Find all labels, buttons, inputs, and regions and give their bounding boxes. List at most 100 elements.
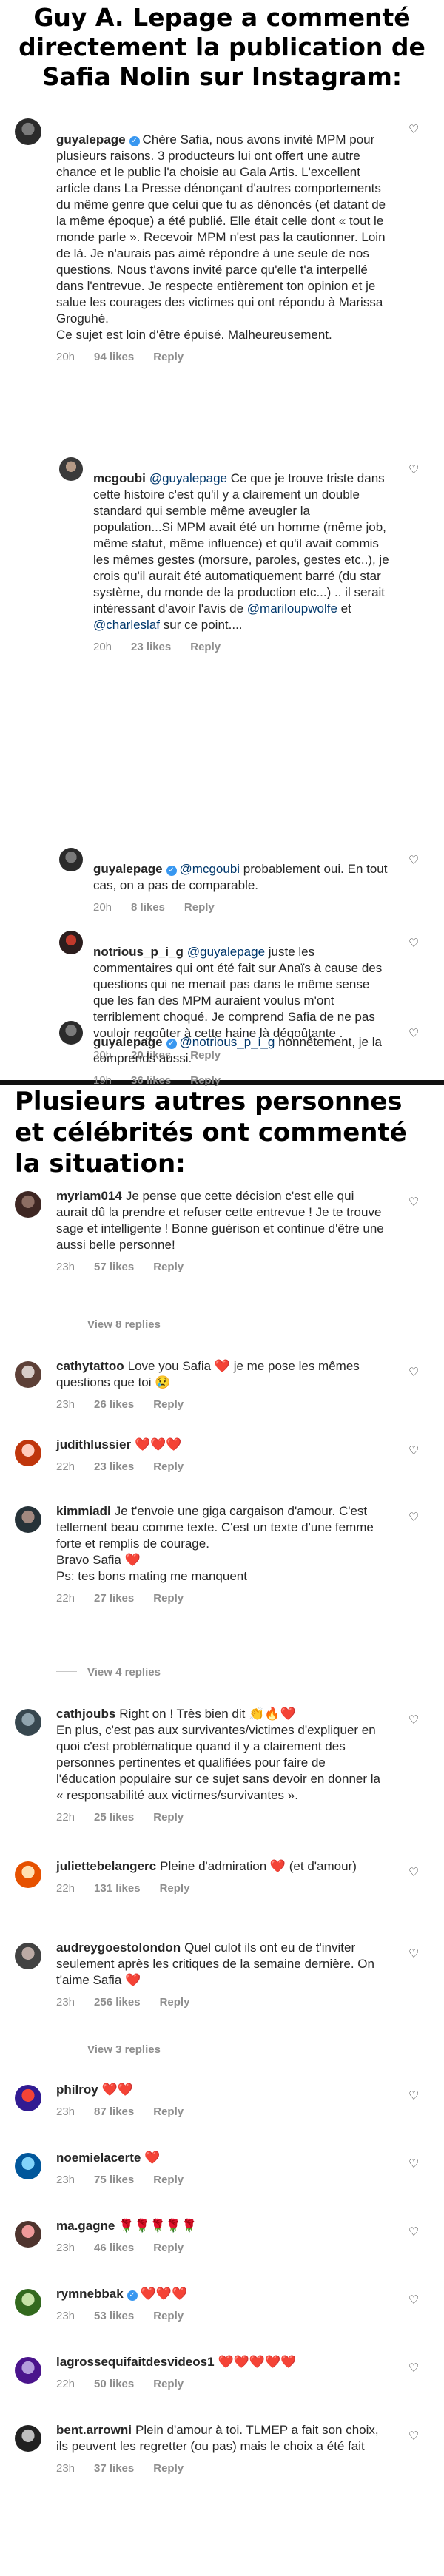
comment-username[interactable]: mcgoubi (93, 471, 146, 485)
comment-likes[interactable]: 131 likes (94, 1882, 141, 1895)
headline-guy-lepage: Guy A. Lepage a commenté directement la … (0, 0, 444, 102)
comment-username[interactable]: noemielacerte (56, 2151, 141, 2165)
reply-button[interactable]: Reply (153, 2378, 184, 2390)
comment-likes[interactable]: 26 likes (94, 1398, 134, 1411)
comment-likes[interactable]: 53 likes (94, 2310, 134, 2322)
avatar[interactable] (15, 1440, 41, 1466)
avatar[interactable] (15, 2425, 41, 2452)
mention-link[interactable]: @guyalepage (187, 945, 265, 959)
avatar[interactable] (15, 2357, 41, 2384)
like-heart-icon[interactable]: ♡ (408, 2431, 420, 2443)
comment-likes[interactable]: 27 likes (94, 1592, 134, 1605)
like-heart-icon[interactable]: ♡ (408, 1367, 420, 1379)
avatar[interactable] (15, 2289, 41, 2316)
comment-likes[interactable]: 23 likes (94, 1460, 134, 1473)
comment-likes[interactable]: 37 likes (94, 2462, 134, 2475)
comment-likes[interactable]: 8 likes (131, 901, 165, 914)
reply-button[interactable]: Reply (160, 1996, 190, 2009)
like-heart-icon[interactable]: ♡ (408, 2295, 420, 2307)
avatar[interactable] (59, 848, 83, 871)
like-heart-icon[interactable]: ♡ (408, 855, 420, 867)
comment-username[interactable]: juliettebelangerc (56, 1859, 156, 1873)
mention-link[interactable]: @guyalepage (149, 471, 227, 485)
reply-button[interactable]: Reply (153, 351, 184, 363)
comment-username[interactable]: guyalepage (93, 1035, 163, 1049)
comment-likes[interactable]: 87 likes (94, 2105, 134, 2118)
like-heart-icon[interactable]: ♡ (408, 124, 420, 136)
comment-username[interactable]: guyalepage (56, 132, 126, 146)
reply-button[interactable]: Reply (153, 2174, 184, 2186)
reply-button[interactable]: Reply (153, 1261, 184, 1273)
comment-likes[interactable]: 75 likes (94, 2174, 134, 2186)
reply-button[interactable]: Reply (190, 641, 221, 653)
comment-username[interactable]: judithlussier (56, 1437, 131, 1451)
comment-username[interactable]: bent.arrowni (56, 2423, 132, 2437)
comment-likes[interactable]: 94 likes (94, 351, 134, 363)
reply-button[interactable]: Reply (153, 2242, 184, 2254)
comment-username[interactable]: philroy (56, 2083, 98, 2097)
mention-link[interactable]: @mariloupwolfe (247, 601, 337, 616)
comment-username[interactable]: notrious_p_i_g (93, 945, 184, 959)
avatar[interactable] (15, 118, 41, 145)
comment-username[interactable]: lagrossequifaitdesvideos1 (56, 2355, 215, 2369)
reply-button[interactable]: Reply (153, 2310, 184, 2322)
view-replies-button[interactable]: View 8 replies (56, 1318, 161, 1331)
reply-button[interactable]: Reply (190, 1074, 221, 1087)
like-heart-icon[interactable]: ♡ (408, 1715, 420, 1727)
avatar[interactable] (59, 1021, 83, 1045)
like-heart-icon[interactable]: ♡ (408, 938, 420, 950)
like-heart-icon[interactable]: ♡ (408, 465, 420, 476)
comment-username[interactable]: rymnebbak (56, 2287, 124, 2301)
comment-likes[interactable]: 36 likes (131, 1074, 171, 1087)
avatar[interactable] (59, 457, 83, 481)
comment-username[interactable]: guyalepage (93, 862, 163, 876)
comment-likes[interactable]: 256 likes (94, 1996, 141, 2009)
comment-username[interactable]: ma.gagne (56, 2219, 115, 2233)
mention-link[interactable]: @mcgoubi (180, 862, 240, 876)
comment-username[interactable]: kimmiadl (56, 1504, 111, 1518)
view-replies-button[interactable]: View 3 replies (56, 2043, 161, 2056)
avatar[interactable] (15, 1506, 41, 1533)
comment-likes[interactable]: 23 likes (131, 641, 171, 653)
reply-button[interactable]: Reply (153, 1811, 184, 1824)
avatar[interactable] (15, 2153, 41, 2179)
comment-likes[interactable]: 25 likes (94, 1811, 134, 1824)
avatar[interactable] (15, 1861, 41, 1888)
like-heart-icon[interactable]: ♡ (408, 1867, 420, 1879)
like-heart-icon[interactable]: ♡ (408, 2091, 420, 2103)
like-heart-icon[interactable]: ♡ (408, 1446, 420, 1457)
comment-username[interactable]: cathytattoo (56, 1359, 124, 1373)
comment-username[interactable]: audreygoestolondon (56, 1941, 181, 1955)
view-replies-button[interactable]: View 4 replies (56, 1666, 161, 1679)
reply-button[interactable]: Reply (160, 1882, 190, 1895)
avatar[interactable] (15, 1361, 41, 1388)
comment-likes[interactable]: 46 likes (94, 2242, 134, 2254)
avatar[interactable] (15, 2085, 41, 2111)
like-heart-icon[interactable]: ♡ (408, 1512, 420, 1524)
comment-likes[interactable]: 57 likes (94, 1261, 134, 1273)
like-heart-icon[interactable]: ♡ (408, 2363, 420, 2375)
comment-time: 23h (56, 2105, 75, 2118)
comment-likes[interactable]: 50 likes (94, 2378, 134, 2390)
like-heart-icon[interactable]: ♡ (408, 2227, 420, 2239)
comment-username[interactable]: myriam014 (56, 1189, 122, 1203)
reply-button[interactable]: Reply (153, 1398, 184, 1411)
mention-link[interactable]: @charleslaf (93, 618, 160, 632)
avatar[interactable] (15, 1191, 41, 1218)
comment-username[interactable]: cathjoubs (56, 1707, 115, 1721)
reply-button[interactable]: Reply (153, 2462, 184, 2475)
comment-ma-gagne: ma.gagne 🌹🌹🌹🌹🌹 23h 46 likes Reply ♡ (0, 2218, 444, 2267)
avatar[interactable] (59, 931, 83, 954)
avatar[interactable] (15, 2221, 41, 2248)
avatar[interactable] (15, 1943, 41, 1969)
like-heart-icon[interactable]: ♡ (408, 1197, 420, 1209)
avatar[interactable] (15, 1709, 41, 1736)
mention-link[interactable]: @notrious_p_i_g (180, 1035, 275, 1049)
reply-button[interactable]: Reply (184, 901, 215, 914)
like-heart-icon[interactable]: ♡ (408, 2159, 420, 2171)
like-heart-icon[interactable]: ♡ (408, 1028, 420, 1040)
reply-button[interactable]: Reply (153, 1460, 184, 1473)
reply-button[interactable]: Reply (153, 1592, 184, 1605)
like-heart-icon[interactable]: ♡ (408, 1949, 420, 1960)
reply-button[interactable]: Reply (153, 2105, 184, 2118)
